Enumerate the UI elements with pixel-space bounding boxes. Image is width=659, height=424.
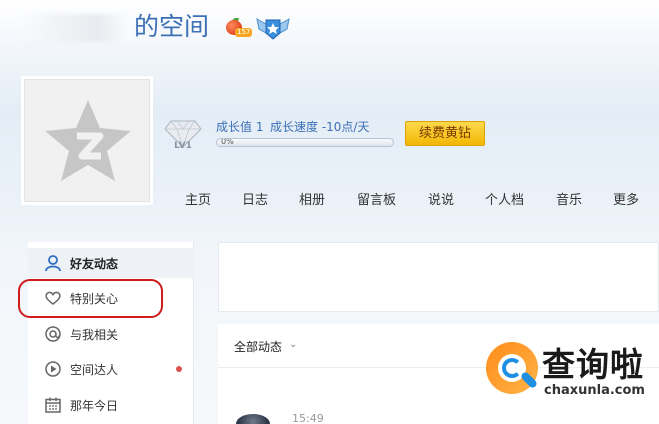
left-sidebar: 好友动态 特别关心 与我相关 空间达人 那年今日 (28, 242, 194, 424)
blurred-username (22, 14, 132, 42)
sidebar-item-friends-feed[interactable]: 好友动态 (28, 248, 194, 278)
nav-album[interactable]: 相册 (299, 189, 325, 208)
feed-filter-dropdown[interactable]: 全部动态 (234, 338, 282, 355)
notification-dot (176, 366, 182, 372)
sidebar-item-on-this-day[interactable]: 那年今日 (28, 390, 194, 420)
nav-blog[interactable]: 日志 (242, 189, 268, 208)
nav-music[interactable]: 音乐 (556, 189, 582, 208)
sidebar-item-label: 空间达人 (70, 363, 119, 377)
watermark-q-ring (502, 358, 522, 378)
watermark-q-tail (519, 370, 539, 390)
post-composer[interactable] (218, 242, 659, 312)
at-icon (44, 325, 62, 343)
sidebar-item-label: 好友动态 (70, 257, 119, 271)
nav-message-board[interactable]: 留言板 (357, 189, 396, 208)
avatar[interactable] (24, 79, 150, 202)
watermark-q-icon (486, 342, 539, 394)
calendar-icon (44, 396, 62, 414)
main-nav: 主页 日志 相册 留言板 说说 个人档 音乐 更多 (0, 189, 659, 211)
friends-icon (44, 254, 62, 272)
watermark-logo: 查询啦 chaxunla.com (484, 338, 659, 408)
fruit-icon[interactable]: 157 (226, 18, 253, 38)
renew-yellow-diamond-button[interactable]: 续费黄钻 (405, 121, 485, 146)
growth-speed-label[interactable]: 成长速度 -10点/天 (270, 118, 369, 135)
watermark-text: 查询啦 (542, 345, 644, 384)
nav-home[interactable]: 主页 (185, 189, 211, 208)
level-badge-text: LV1 (174, 141, 192, 151)
friend-avatar[interactable] (236, 414, 270, 424)
sidebar-item-related-to-me[interactable]: 与我相关 (28, 319, 194, 349)
progress-text: 0% (221, 138, 234, 146)
space-title: 的空间 (134, 12, 210, 41)
fruit-level-badge: 157 (235, 28, 253, 37)
growth-progress-bar: 0% (216, 138, 394, 147)
nav-shuoshuo[interactable]: 说说 (428, 189, 454, 208)
nav-more[interactable]: 更多 (613, 189, 639, 208)
play-icon (44, 360, 62, 378)
feed-item-time: 15:49 (292, 412, 324, 424)
growth-value-label[interactable]: 成长值 1 (216, 118, 263, 135)
nav-profile[interactable]: 个人档 (485, 189, 524, 208)
sidebar-item-label: 那年今日 (70, 399, 119, 413)
sidebar-item-label: 与我相关 (70, 328, 119, 342)
highlight-annotation-ring (18, 279, 163, 318)
vip-wing-icon[interactable] (256, 15, 290, 41)
chevron-down-icon[interactable]: ⌄ (289, 339, 297, 350)
level-diamond-icon: LV1 (163, 117, 203, 151)
sidebar-item-space-expert[interactable]: 空间达人 (28, 354, 194, 384)
watermark-url: chaxunla.com (544, 383, 645, 398)
